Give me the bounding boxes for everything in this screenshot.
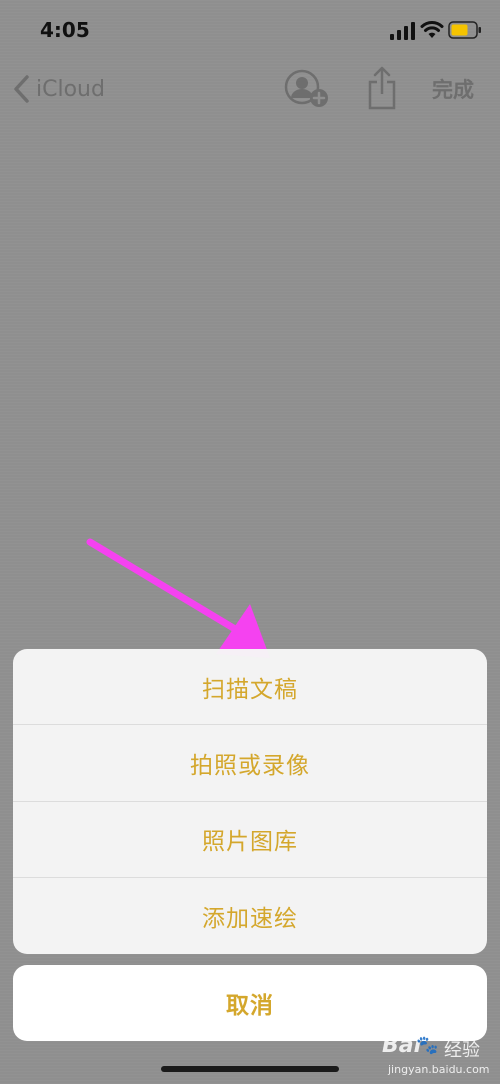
- share-icon[interactable]: [366, 66, 398, 110]
- watermark-url: jingyan.baidu.com: [388, 1063, 490, 1076]
- action-take-photo-or-video[interactable]: 拍照或录像: [13, 725, 487, 802]
- nav-bar: iCloud 完成: [0, 64, 500, 114]
- done-button[interactable]: 完成: [432, 74, 474, 104]
- back-label: iCloud: [36, 76, 105, 102]
- watermark: Bai 🐾 经验 jingyan.baidu.com: [382, 1033, 498, 1081]
- add-person-icon[interactable]: [284, 69, 330, 109]
- status-time: 4:05: [40, 18, 90, 42]
- action-sheet: 扫描文稿 拍照或录像 照片图库 添加速绘: [13, 649, 487, 954]
- action-add-sketch[interactable]: 添加速绘: [13, 878, 487, 954]
- chevron-left-icon: [14, 75, 29, 103]
- cancel-button[interactable]: 取消: [13, 965, 487, 1041]
- battery-icon: [448, 21, 481, 39]
- watermark-brand-suffix: 经验: [444, 1040, 480, 1061]
- paw-icon: 🐾: [416, 1035, 439, 1056]
- back-button[interactable]: iCloud: [12, 72, 105, 106]
- screen: 4:05 iCloud 完成 扫描文稿 拍照或录像 照片图库 添加速绘 取消 B…: [0, 0, 500, 1084]
- action-scan-documents[interactable]: 扫描文稿: [13, 649, 487, 726]
- status-bar: 4:05: [0, 0, 500, 60]
- home-indicator: [161, 1066, 339, 1072]
- cellular-signal-icon: [390, 22, 415, 40]
- action-photo-library[interactable]: 照片图库: [13, 802, 487, 878]
- wifi-icon: [420, 21, 444, 38]
